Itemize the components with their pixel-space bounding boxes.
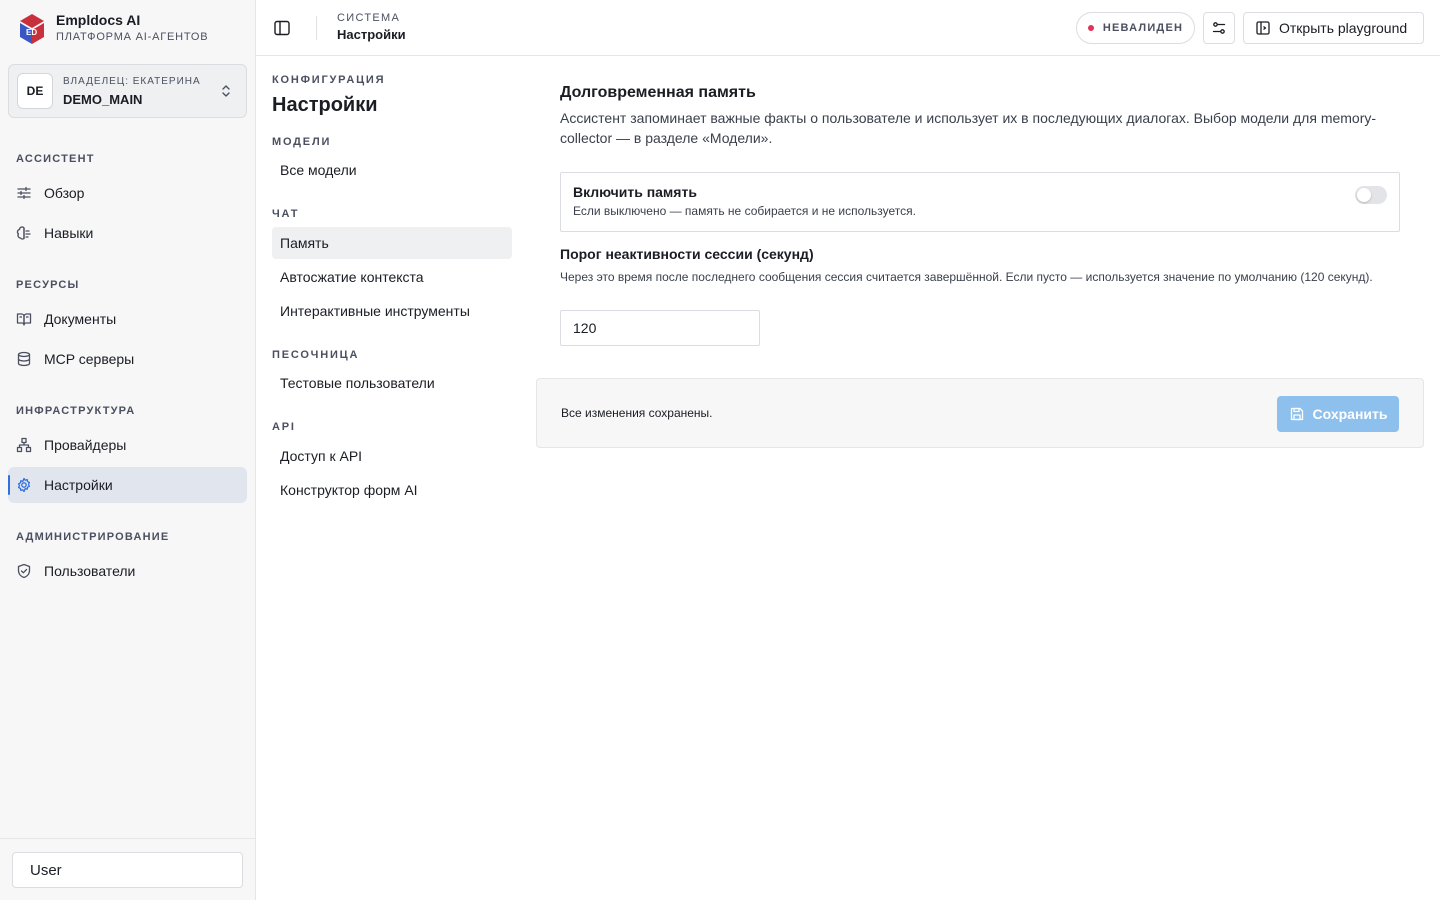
save-icon bbox=[1290, 407, 1303, 421]
owner-label: ВЛАДЕЛЕЦ: ЕКАТЕРИНА bbox=[63, 75, 201, 87]
owner-avatar: DE bbox=[17, 73, 53, 109]
sliders-icon bbox=[17, 186, 31, 200]
open-playground-label: Открыть playground bbox=[1279, 20, 1408, 36]
open-playground-button[interactable]: Открыть playground bbox=[1243, 12, 1424, 44]
threshold-help: Через это время после последнего сообщен… bbox=[560, 270, 1373, 284]
subnav-group-chat: ЧАТ bbox=[272, 208, 300, 220]
threshold-input[interactable] bbox=[560, 310, 760, 346]
shield-check-icon bbox=[17, 563, 31, 579]
sidebar-item-label: Документы bbox=[44, 311, 117, 327]
status-badge[interactable]: НЕВАЛИДЕН bbox=[1076, 12, 1195, 44]
subnav-item-test-users[interactable]: Тестовые пользователи bbox=[272, 367, 512, 399]
subnav-item-context-compression[interactable]: Автосжатие контекста bbox=[272, 261, 512, 293]
subnav-group-models: МОДЕЛИ bbox=[272, 136, 332, 148]
sidebar-item-label: MCP серверы bbox=[44, 351, 135, 367]
sidebar-item-label: Настройки bbox=[44, 477, 113, 493]
save-button[interactable]: Сохранить bbox=[1277, 396, 1399, 432]
sidebar-item-label: Пользователи bbox=[44, 563, 136, 579]
sidebar: ED Empldocs AI ПЛАТФОРМА AI-АГЕНТОВ DE В… bbox=[0, 0, 256, 900]
memory-toggle-card: Включить память Если выключено — память … bbox=[560, 172, 1400, 232]
svg-text:ED: ED bbox=[26, 28, 37, 37]
subnav-group-sandbox: ПЕСОЧНИЦА bbox=[272, 349, 360, 361]
subnav-item-api-access[interactable]: Доступ к API bbox=[272, 440, 512, 472]
settings-sliders-icon bbox=[1212, 22, 1226, 34]
sidebar-footer: User bbox=[0, 838, 255, 900]
nav-section-infrastructure: ИНФРАСТРУКТУРА bbox=[16, 405, 136, 417]
subnav-title: Настройки bbox=[272, 94, 378, 116]
subnav-group-api: API bbox=[272, 421, 296, 433]
network-icon bbox=[16, 437, 32, 453]
sidebar-item-documents[interactable]: Документы bbox=[8, 301, 247, 337]
subnav-item-memory[interactable]: Память bbox=[272, 227, 512, 259]
brain-icon bbox=[16, 226, 31, 240]
sidebar-toggle-icon[interactable] bbox=[272, 18, 292, 38]
user-menu-button[interactable]: User bbox=[12, 852, 243, 888]
save-status: Все изменения сохранены. bbox=[561, 406, 713, 420]
switch-knob bbox=[1357, 188, 1371, 202]
nav-section-administration: АДМИНИСТРИРОВАНИЕ bbox=[16, 531, 170, 543]
subnav-item-form-builder[interactable]: Конструктор форм AI bbox=[272, 474, 512, 506]
sidebar-item-label: Провайдеры bbox=[44, 437, 127, 453]
sidebar-item-overview[interactable]: Обзор bbox=[8, 175, 247, 211]
nav-section-resources: РЕСУРСЫ bbox=[16, 279, 80, 291]
sidebar-item-settings[interactable]: Настройки bbox=[8, 467, 247, 503]
panel-left-icon bbox=[1256, 21, 1270, 35]
breadcrumb-page: Настройки bbox=[337, 27, 406, 42]
subnav-eyebrow: КОНФИГУРАЦИЯ bbox=[272, 74, 386, 86]
breadcrumb: СИСТЕМА Настройки bbox=[337, 12, 406, 43]
subnav-item-interactive-tools[interactable]: Интерактивные инструменты bbox=[272, 295, 512, 327]
database-icon bbox=[17, 351, 31, 367]
save-bar: Все изменения сохранены. Сохранить bbox=[536, 378, 1424, 448]
topbar-divider bbox=[316, 16, 317, 40]
owner-value: DEMO_MAIN bbox=[63, 91, 143, 107]
toggle-title: Включить память bbox=[573, 184, 697, 200]
gear-icon bbox=[17, 477, 31, 493]
subnav-item-all-models[interactable]: Все модели bbox=[272, 154, 512, 186]
toggle-hint: Если выключено — память не собирается и … bbox=[573, 204, 917, 218]
section-title: Долговременная память bbox=[560, 84, 756, 101]
brand-logo-icon: ED bbox=[20, 14, 44, 44]
sidebar-item-label: Навыки bbox=[44, 225, 94, 241]
brand-name: Empldocs AI bbox=[56, 12, 141, 28]
sidebar-item-skills[interactable]: Навыки bbox=[8, 215, 247, 251]
book-icon bbox=[16, 313, 32, 326]
sidebar-item-label: Обзор bbox=[44, 185, 85, 201]
brand[interactable]: ED Empldocs AI ПЛАТФОРМА AI-АГЕНТОВ bbox=[18, 12, 208, 45]
threshold-label: Порог неактивности сессии (секунд) bbox=[560, 246, 814, 262]
brand-subtitle: ПЛАТФОРМА AI-АГЕНТОВ bbox=[56, 31, 209, 43]
sidebar-item-mcp-servers[interactable]: MCP серверы bbox=[8, 341, 247, 377]
owner-switcher[interactable]: DE ВЛАДЕЛЕЦ: ЕКАТЕРИНА DEMO_MAIN bbox=[8, 64, 247, 118]
nav-section-assistant: АССИСТЕНТ bbox=[16, 153, 95, 165]
section-description: Ассистент запоминает важные факты о поль… bbox=[560, 110, 1377, 146]
status-label: НЕВАЛИДЕН bbox=[1102, 22, 1184, 34]
status-dot-icon bbox=[1087, 25, 1094, 31]
breadcrumb-section: СИСТЕМА bbox=[337, 12, 401, 24]
memory-toggle-switch[interactable] bbox=[1355, 186, 1387, 204]
sidebar-item-users[interactable]: Пользователи bbox=[8, 553, 247, 589]
chevrons-up-down-icon bbox=[222, 85, 230, 97]
settings-toggle-button[interactable] bbox=[1203, 12, 1235, 44]
topbar: СИСТЕМА Настройки НЕВАЛИДЕН Открыть play… bbox=[256, 0, 1440, 56]
sidebar-item-providers[interactable]: Провайдеры bbox=[8, 427, 247, 463]
save-label: Сохранить bbox=[1312, 406, 1388, 422]
